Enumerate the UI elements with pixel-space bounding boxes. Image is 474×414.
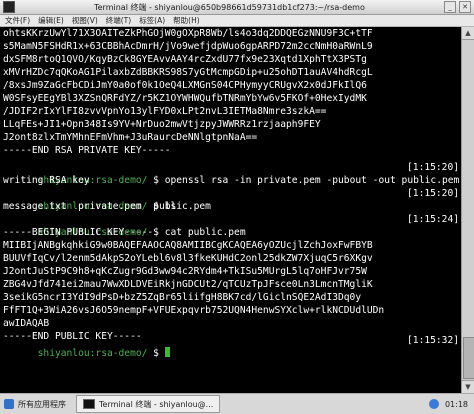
prompt-path: rsa-demo/ [95,348,148,359]
terminal-line: J2ont8zlxTmYMhnEFmVhm+J3uRaurcDeNNlgtpnN… [3,132,258,143]
network-icon[interactable] [428,399,439,409]
command-text: openssl rsa -in private.pem -pubout -out… [164,175,460,186]
terminal-line: message.txt private.pem public.pem [3,201,211,212]
scroll-thumb[interactable] [463,337,474,379]
terminal-output[interactable]: ohtsKKrzUwYl71X3OAITeZkPhGOjW0gOXpR8Wb/l… [0,27,462,393]
timestamp: [1:15:32] [407,335,459,346]
applications-label: 所有应用程序 [18,399,66,409]
vertical-scrollbar[interactable]: ▲ ▼ [461,27,474,393]
menu-tabs[interactable]: 标签(A) [139,15,165,26]
terminal-line: MIIBIjANBgkqhkiG9w0BAQEFAAOCAQ8AMIIBCgKC… [3,240,373,251]
taskbar-terminal-item[interactable]: Terminal 终端 - shiyanlou@... [76,395,221,413]
terminal-line: LLqFEs+JI1+Opn348Is9YV+NrDuo2mwVtjzpyJWW… [3,119,321,130]
terminal-line: ZBG4vJfd741ei2mau7WwXDLDVEiRkjnGDCUt2/qT… [3,279,373,290]
terminal-line: 3seikG5ncrI3YdI9dPsD+bzZ5ZqBr65liifgH8BK… [3,292,362,303]
timestamp: [1:15:24] [407,214,459,225]
taskbar: 所有应用程序 Terminal 终端 - shiyanlou@... 01:18 [0,393,474,414]
terminal-line: W0SFsyEEgYBl3XZSnQRFdYZ/r5KZ1OYWHWQufbTN… [3,93,367,104]
minimize-button[interactable]: _ [444,1,456,13]
terminal-line: /8xsJm9ZaGcFbCDiJmY0a0of0k1OeQ4LXMGnS04C… [3,80,367,91]
clock: 01:18 [444,399,468,409]
terminal-window: Terminal 终端 - shiyanlou@650b98661d59731d… [0,0,474,393]
menu-bar: 文件(F) 编辑(E) 视图(V) 终端(T) 标签(A) 帮助(H) [0,15,474,27]
terminal-line: xMVrHZDc7qQKoAG1PilaxbZdBBKRS98S7yGtMcmp… [3,67,373,78]
timestamp: [1:15:20] [407,162,459,173]
terminal-line: ohtsKKrzUwYl71X3OAITeZkPhGOjW0gOXpR8Wb/l… [3,28,373,39]
terminal-line: awIDAQAB [3,318,50,329]
terminal-line: BUUVfIqCv/l2enm5dAkpS2oYLebl6v8l3fkeKUHd… [3,253,373,264]
prompt-line: shiyanlou:rsa-demo/ $ ls [3,187,177,212]
taskbar-item-label: Terminal 终端 - shiyanlou@... [99,399,214,409]
terminal-app-icon [3,1,15,13]
terminal-line: J2ontJuStP9C9h8+qKcZugr9Gd3ww94c2RYdm4+T… [3,266,367,277]
menu-edit[interactable]: 编辑(E) [38,15,64,26]
prompt-symbol: $ [147,348,165,359]
terminal-line: -----BEGIN PUBLIC KEY----- [3,227,154,238]
terminal-line: -----END RSA PRIVATE KEY----- [3,145,171,156]
terminal-line: dxSFM8rtoQ1QVO/KqyBzCk8GYEAvvAAY4rcZxdU7… [3,54,367,65]
prompt-user: shiyanlou [37,348,90,359]
terminal-line: FfFT1Q+3WiA26vsJ6O59nempF+VFUExpqvrb752U… [3,305,385,316]
system-tray: 01:18 [428,399,468,409]
prompt-line: shiyanlou:rsa-demo/ $ cat public.pem [3,213,246,238]
prompt-path: rsa-demo/ [95,175,148,186]
terminal-line: s5MamN5FSHdR1x+63CBBhAcDmrH/jVo9wefjdpWu… [3,41,373,52]
applications-menu-button[interactable]: 所有应用程序 [4,399,66,410]
timestamp: [1:15:20] [407,188,459,199]
text-cursor [164,347,170,357]
terminal-line: writing RSA key [3,175,90,186]
applications-icon [4,399,14,409]
window-title: Terminal 终端 - shiyanlou@650b98661d59731d… [94,2,365,12]
menu-view[interactable]: 视图(V) [72,15,98,26]
title-bar[interactable]: Terminal 终端 - shiyanlou@650b98661d59731d… [0,0,474,15]
command-text: cat public.pem [164,227,246,238]
menu-help[interactable]: 帮助(H) [173,15,200,26]
prompt-line: shiyanlou:rsa-demo/ $ [3,334,170,359]
prompt-line: shiyanlou:rsa-demo/ $ openssl rsa -in pr… [3,161,460,186]
scroll-down-arrow-icon[interactable]: ▼ [462,380,474,393]
prompt-symbol: $ [147,175,165,186]
menu-file[interactable]: 文件(F) [5,15,30,26]
menu-terminal[interactable]: 终端(T) [106,15,131,26]
scroll-up-arrow-icon[interactable]: ▲ [462,27,474,40]
close-button[interactable]: ✕ [459,1,471,13]
terminal-icon [83,399,95,409]
terminal-line: /JDIF2rIxYlFI8zvvVpnYo13ylFYD0xLPt2nvL3I… [3,106,327,117]
